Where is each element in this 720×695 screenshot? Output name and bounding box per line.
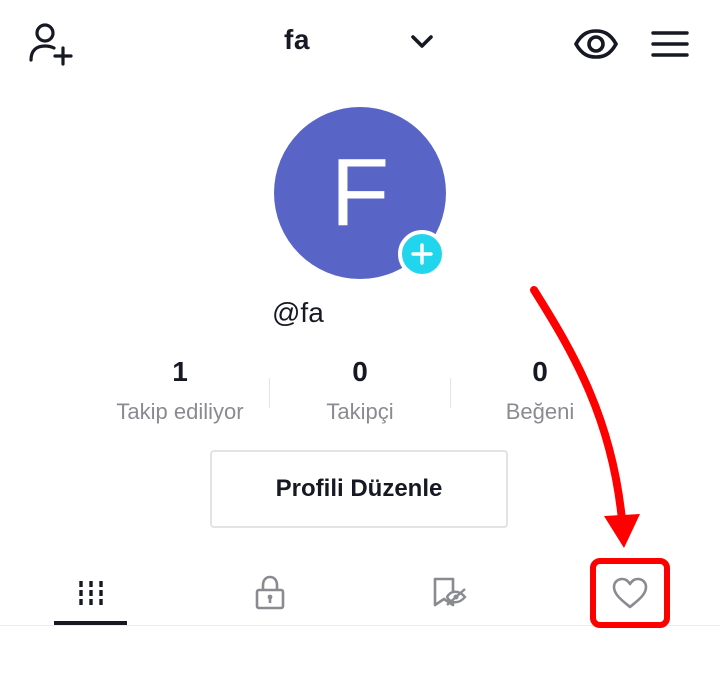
annotation-arrow-icon [530,286,640,548]
